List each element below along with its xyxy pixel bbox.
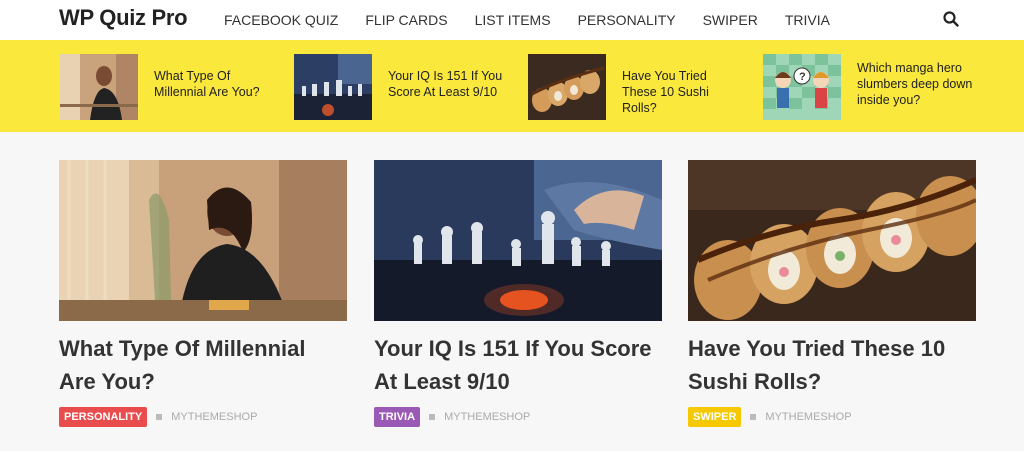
strip-item-iq[interactable]: Your IQ Is 151 If You Score At Least 9/1… [294,54,514,120]
site-logo[interactable]: WP Quiz Pro [59,5,188,31]
post-meta: PERSONALITY MYTHEMESHOP [59,407,257,427]
strip-thumb-chess[interactable] [294,54,372,120]
post-title[interactable]: Have You Tried These 10 Sushi Rolls? [688,332,976,398]
site-header: WP Quiz Pro FACEBOOK QUIZ FLIP CARDS LIS… [0,0,1024,40]
strip-title[interactable]: Your IQ Is 151 If You Score At Least 9/1… [388,68,510,100]
post-title[interactable]: Your IQ Is 151 If You Score At Least 9/1… [374,332,662,398]
post-meta: SWIPER MYTHEMESHOP [688,407,852,427]
featured-strip: What Type Of Millennial Are You? Your IQ… [0,40,1024,132]
strip-title[interactable]: Which manga hero slumbers deep down insi… [857,60,979,108]
category-badge[interactable]: PERSONALITY [59,407,148,427]
author-icon [156,414,163,420]
nav-item-list-items[interactable]: LIST ITEMS [475,12,551,28]
strip-item-millennial[interactable]: What Type Of Millennial Are You? [60,54,280,120]
author-icon [750,414,757,420]
post-thumbnail-chess[interactable] [374,160,662,321]
post-card-iq[interactable]: Your IQ Is 151 If You Score At Least 9/1… [374,160,662,427]
strip-item-manga[interactable]: ? Which manga hero slumbers deep down in… [763,54,983,120]
search-button[interactable] [942,10,960,28]
strip-title[interactable]: What Type Of Millennial Are You? [154,68,276,100]
strip-item-sushi[interactable]: Have You Tried These 10 Sushi Rolls? [528,54,748,120]
category-badge[interactable]: SWIPER [688,407,742,427]
author-icon [429,414,436,420]
post-thumbnail-woman[interactable] [59,160,347,321]
svg-text:?: ? [799,71,806,83]
category-badge[interactable]: TRIVIA [374,407,421,427]
post-author[interactable]: MYTHEMESHOP [444,411,530,423]
nav-item-personality[interactable]: PERSONALITY [578,12,676,28]
nav-item-flip-cards[interactable]: FLIP CARDS [365,12,447,28]
strip-thumb-sushi[interactable] [528,54,606,120]
post-author[interactable]: MYTHEMESHOP [171,411,257,423]
nav-item-swiper[interactable]: SWIPER [703,12,758,28]
post-author[interactable]: MYTHEMESHOP [765,411,851,423]
strip-title[interactable]: Have You Tried These 10 Sushi Rolls? [622,68,744,116]
nav-item-trivia[interactable]: TRIVIA [785,12,830,28]
post-meta: TRIVIA MYTHEMESHOP [374,407,530,427]
nav-item-facebook-quiz[interactable]: FACEBOOK QUIZ [224,12,338,28]
strip-thumb-manga[interactable]: ? [763,54,841,120]
post-card-millennial[interactable]: What Type Of Millennial Are You? PERSONA… [59,160,347,427]
post-thumbnail-sushi[interactable] [688,160,976,321]
search-icon [943,11,959,27]
post-title[interactable]: What Type Of Millennial Are You? [59,332,347,398]
strip-thumb-woman[interactable] [60,54,138,120]
post-card-sushi[interactable]: Have You Tried These 10 Sushi Rolls? SWI… [688,160,976,427]
main-nav: FACEBOOK QUIZ FLIP CARDS LIST ITEMS PERS… [224,0,857,40]
